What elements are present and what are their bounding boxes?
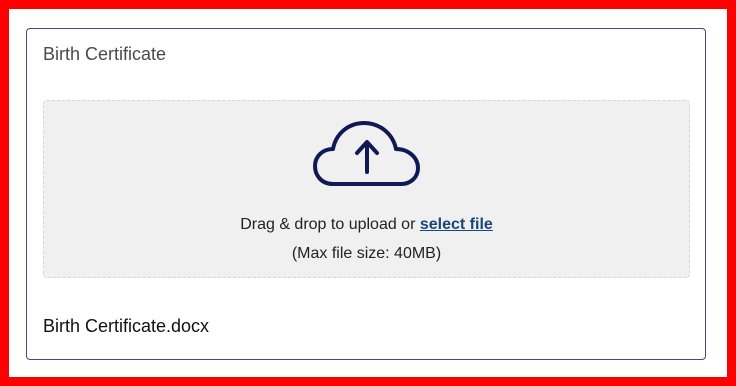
cloud-upload-icon <box>313 121 420 186</box>
uploaded-file-name[interactable]: Birth Certificate.docx <box>43 316 209 337</box>
file-dropzone[interactable]: Drag & drop to upload or select file (Ma… <box>43 100 690 278</box>
highlight-frame: Birth Certificate Drag & drop to upload … <box>0 0 736 386</box>
upload-card: Birth Certificate Drag & drop to upload … <box>26 28 706 360</box>
max-file-size-note: (Max file size: 40MB) <box>291 245 442 262</box>
card-title: Birth Certificate <box>43 44 167 64</box>
drop-instruction: Drag & drop to upload or select file <box>44 216 689 234</box>
select-file-link[interactable]: select file <box>420 216 493 233</box>
drop-instruction-text: Drag & drop to upload or <box>240 216 420 233</box>
